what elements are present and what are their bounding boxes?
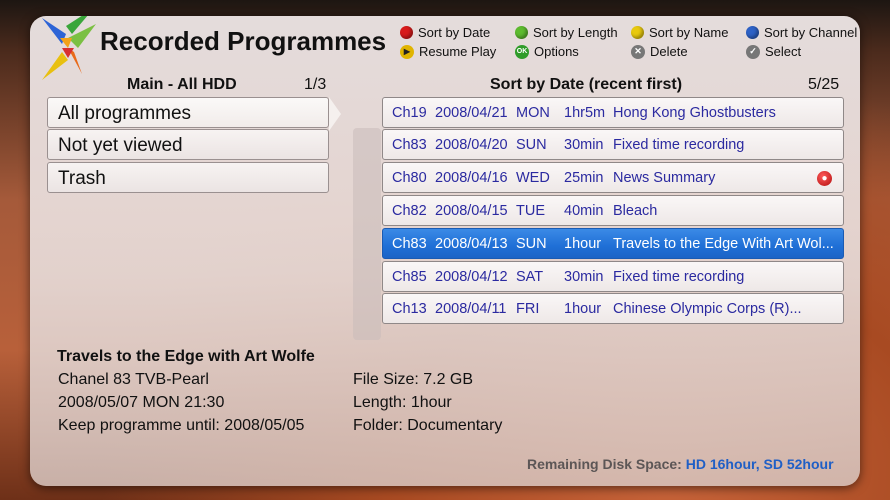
row-channel: Ch83 xyxy=(392,236,427,252)
row-duration: 30min xyxy=(564,137,604,153)
row-duration: 1hour xyxy=(564,236,602,252)
folder-header: Main - All HDD xyxy=(127,76,237,93)
yellow-button-icon xyxy=(631,26,644,39)
recording-icon: ● xyxy=(817,171,832,186)
row-channel: Ch85 xyxy=(392,269,427,285)
legend-options[interactable]: OK Options xyxy=(515,44,579,59)
row-date: 2008/04/16 xyxy=(435,170,508,186)
row-title: Fixed time recording xyxy=(613,137,745,153)
row-title: Bleach xyxy=(613,203,658,219)
row-date: 2008/04/12 xyxy=(435,269,508,285)
detail-file-size: File Size: 7.2 GB xyxy=(353,371,474,388)
detail-title: Travels to the Edge with Art Wolfe xyxy=(57,348,315,365)
row-channel: Ch80 xyxy=(392,170,427,186)
programme-row[interactable]: Ch83 2008/04/20 SUN 30min Fixed time rec… xyxy=(382,129,844,160)
selection-arrow xyxy=(329,97,341,131)
programme-row[interactable]: Ch82 2008/04/15 TUE 40min Bleach xyxy=(382,195,844,226)
blue-button-icon xyxy=(746,26,759,39)
row-duration: 30min xyxy=(564,269,604,285)
row-channel: Ch82 xyxy=(392,203,427,219)
detail-datetime: 2008/05/07 MON 21:30 xyxy=(58,394,225,411)
legend-resume-play[interactable]: ▶ Resume Play xyxy=(400,44,496,59)
row-date: 2008/04/11 xyxy=(435,301,507,317)
legend-sort-name[interactable]: Sort by Name xyxy=(631,25,728,40)
row-day: FRI xyxy=(516,301,540,317)
detail-keep-until: Keep programme until: 2008/05/05 xyxy=(58,417,305,434)
row-duration: 25min xyxy=(564,170,604,186)
row-day: TUE xyxy=(516,203,545,219)
row-title: Travels to the Edge With Art Wol... xyxy=(613,236,834,252)
legend-delete[interactable]: ✕ Delete xyxy=(631,44,688,59)
row-day: MON xyxy=(516,105,550,121)
legend-select[interactable]: ✓ Select xyxy=(746,44,801,59)
row-duration: 1hr5m xyxy=(564,105,606,121)
programme-row[interactable]: Ch19 2008/04/21 MON 1hr5m Hong Kong Ghos… xyxy=(382,97,844,128)
legend-sort-length[interactable]: Sort by Length xyxy=(515,25,618,40)
row-day: SUN xyxy=(516,236,547,252)
play-icon: ▶ xyxy=(400,44,414,59)
red-button-icon xyxy=(400,26,413,39)
legend-label: Resume Play xyxy=(419,44,497,59)
row-channel: Ch13 xyxy=(392,301,427,317)
list-header: Sort by Date (recent first) xyxy=(490,76,683,93)
menu-item-trash[interactable]: Trash xyxy=(47,162,329,193)
disk-space-label: Remaining Disk Space: xyxy=(527,456,682,472)
detail-length: Length: 1hour xyxy=(353,394,452,411)
legend-label: Sort by Length xyxy=(533,25,618,40)
ok-icon: OK xyxy=(515,44,529,59)
programme-row[interactable]: Ch85 2008/04/12 SAT 30min Fixed time rec… xyxy=(382,261,844,292)
list-count: 5/25 xyxy=(808,76,840,93)
main-panel: Recorded Programmes Sort by Date Sort by… xyxy=(30,16,860,486)
row-channel: Ch19 xyxy=(392,105,427,121)
detail-channel: Chanel 83 TVB-Pearl xyxy=(58,371,209,388)
green-button-icon xyxy=(515,26,528,39)
folder-count: 1/3 xyxy=(304,76,327,93)
row-date: 2008/04/15 xyxy=(435,203,508,219)
legend-label: Select xyxy=(765,44,802,59)
row-date: 2008/04/21 xyxy=(435,105,508,121)
disk-space-value: HD 16hour, SD 52hour xyxy=(685,456,834,472)
row-title: Chinese Olympic Corps (R)... xyxy=(613,301,802,317)
row-title: News Summary xyxy=(613,170,716,186)
legend-label: Sort by Date xyxy=(418,25,491,40)
row-duration: 1hour xyxy=(564,301,602,317)
row-day: SAT xyxy=(516,269,544,285)
row-day: WED xyxy=(516,170,550,186)
row-date: 2008/04/13 xyxy=(435,236,508,252)
row-date: 2008/04/20 xyxy=(435,137,508,153)
legend-label: Sort by Name xyxy=(649,25,729,40)
row-title: Hong Kong Ghostbusters xyxy=(613,105,776,121)
row-title: Fixed time recording xyxy=(613,269,745,285)
app-logo-icon xyxy=(42,16,96,80)
legend-sort-channel[interactable]: Sort by Channel xyxy=(746,25,857,40)
menu-item-all-programmes[interactable]: All programmes xyxy=(47,97,329,128)
page-title: Recorded Programmes xyxy=(100,26,387,56)
row-duration: 40min xyxy=(564,203,604,219)
detail-folder: Folder: Documentary xyxy=(353,417,503,434)
scrollbar-track[interactable] xyxy=(353,128,381,340)
checkmark-icon: ✓ xyxy=(746,44,760,59)
menu-item-not-yet-viewed[interactable]: Not yet viewed xyxy=(47,129,329,160)
row-day: SUN xyxy=(516,137,547,153)
row-channel: Ch83 xyxy=(392,137,427,153)
disk-space: Remaining Disk Space: HD 16hour, SD 52ho… xyxy=(527,456,834,472)
legend-sort-date[interactable]: Sort by Date xyxy=(400,25,490,40)
delete-icon: ✕ xyxy=(631,44,645,59)
programme-row-selected[interactable]: Ch83 2008/04/13 SUN 1hour Travels to the… xyxy=(382,228,844,259)
legend-label: Delete xyxy=(650,44,688,59)
legend-label: Sort by Channel xyxy=(764,25,858,40)
programme-row[interactable]: Ch80 2008/04/16 WED 25min News Summary ● xyxy=(382,162,844,193)
legend-label: Options xyxy=(534,44,579,59)
programme-row[interactable]: Ch13 2008/04/11 FRI 1hour Chinese Olympi… xyxy=(382,293,844,324)
